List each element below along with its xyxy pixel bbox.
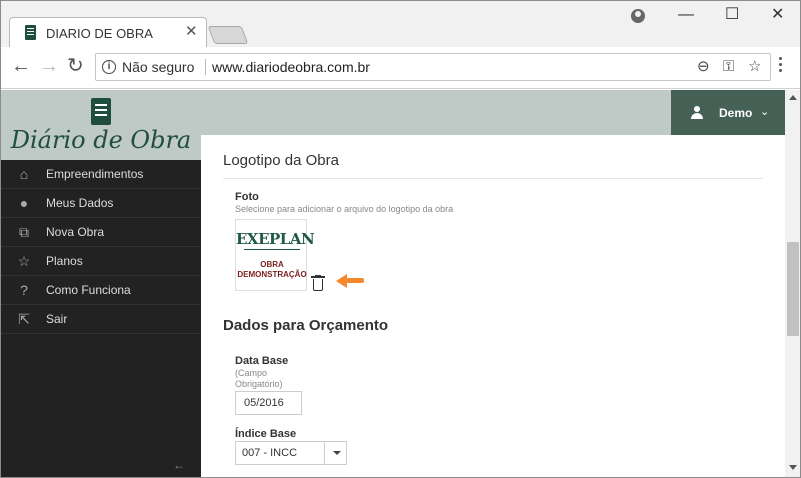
- page-scrollbar[interactable]: [785, 90, 800, 477]
- browser-toolbar: ← → ↻ i Não seguro www.diariodeobra.com.…: [1, 47, 800, 89]
- thumbnail-rule: [244, 249, 300, 250]
- data-base-input[interactable]: 05/2016: [235, 391, 302, 415]
- zoom-icon[interactable]: ⊖: [697, 58, 710, 76]
- logo-text: Diário de Obra: [10, 126, 192, 154]
- notebook-logo-icon: [91, 98, 111, 125]
- sidebar-item-label: Meus Dados: [46, 196, 114, 210]
- user-name: Demo: [719, 106, 753, 120]
- account-icon[interactable]: [631, 9, 645, 23]
- key-icon[interactable]: ⚿: [723, 58, 734, 76]
- maximize-button[interactable]: ☐: [725, 7, 739, 23]
- main-content: Logotipo da Obra Foto Selecione para adi…: [201, 135, 785, 477]
- logo-area[interactable]: Diário de Obra: [1, 90, 201, 160]
- thumbnail-caption-line2: DEMONSTRAÇÃO: [237, 270, 307, 279]
- tab-close-icon[interactable]: ✕: [185, 24, 198, 40]
- user-menu-button[interactable]: Demo ⌄: [671, 90, 785, 135]
- thumbnail-caption-line1: OBRA: [260, 260, 284, 269]
- sidebar-item-label: Sair: [46, 312, 68, 326]
- scroll-up-icon[interactable]: [789, 95, 797, 100]
- pointer-arrow-icon: [336, 274, 366, 288]
- sidebar-item-label: Nova Obra: [46, 225, 105, 239]
- forward-arrow-icon[interactable]: →: [39, 56, 59, 76]
- required-field-help: (Campo Obrigatório): [235, 368, 283, 390]
- section-divider: [223, 178, 763, 179]
- logout-icon: ⇱: [18, 311, 30, 327]
- security-status[interactable]: Não seguro: [122, 59, 194, 75]
- chevron-down-icon: ⌄: [760, 106, 770, 118]
- home-icon: ⌂: [19, 166, 29, 182]
- address-bar[interactable]: i Não seguro www.diariodeobra.com.br ⊖ ⚿…: [95, 53, 771, 81]
- question-icon: ?: [20, 282, 28, 298]
- scroll-down-icon[interactable]: [789, 465, 797, 470]
- info-icon[interactable]: i: [102, 60, 116, 74]
- browser-window: DIARIO DE OBRA ✕ — ☐ ✕ ← → ↻ i Não segur…: [0, 0, 801, 478]
- caret-down-icon: [333, 451, 341, 455]
- reload-icon[interactable]: ↻: [67, 56, 84, 76]
- sidebar-item-empreendimentos[interactable]: ⌂ Empreendimentos: [1, 160, 201, 189]
- indice-base-select[interactable]: 007 - INCC: [235, 441, 347, 465]
- thumbnail-caption: OBRA DEMONSTRAÇÃO: [236, 260, 308, 280]
- back-arrow-icon[interactable]: ←: [11, 56, 31, 76]
- url-text[interactable]: www.diariodeobra.com.br: [212, 59, 370, 75]
- user-icon: ●: [19, 195, 29, 211]
- sidebar-item-label: Planos: [46, 254, 83, 268]
- web-page: Diário de Obra ⌂ Empreendimentos ● Meus …: [1, 90, 785, 477]
- indice-base-label: Índice Base: [235, 428, 297, 440]
- photo-help-text: Selecione para adicionar o arquivo do lo…: [235, 204, 454, 214]
- new-document-icon: ⧉: [19, 224, 29, 240]
- sidebar-item-label: Empreendimentos: [46, 167, 144, 181]
- site-favicon-icon: [25, 25, 36, 40]
- user-avatar-icon: [691, 106, 703, 119]
- indice-base-value: 007 - INCC: [242, 447, 298, 459]
- minimize-button[interactable]: —: [678, 7, 694, 23]
- bookmark-star-icon[interactable]: ☆: [748, 58, 761, 76]
- scrollbar-thumb[interactable]: [787, 242, 799, 336]
- trash-icon[interactable]: [311, 275, 325, 291]
- browser-menu-icon[interactable]: [779, 57, 783, 77]
- address-separator: [205, 59, 206, 75]
- new-tab-button[interactable]: [207, 26, 249, 44]
- data-base-label: Data Base: [235, 355, 289, 367]
- sidebar-item-nova-obra[interactable]: ⧉ Nova Obra: [1, 218, 201, 247]
- sidebar-item-meus-dados[interactable]: ● Meus Dados: [1, 189, 201, 218]
- sidebar-item-sair[interactable]: ⇱ Sair: [1, 305, 201, 334]
- tab-strip: DIARIO DE OBRA ✕ — ☐ ✕: [1, 1, 800, 49]
- sidebar-item-planos[interactable]: ☆ Planos: [1, 247, 201, 276]
- thumbnail-brand-text: EXEPLAN: [236, 230, 315, 248]
- photo-label: Foto: [235, 191, 259, 203]
- star-icon: ☆: [17, 253, 31, 269]
- budget-section-title: Dados para Orçamento: [223, 317, 389, 334]
- tab-title: DIARIO DE OBRA: [46, 26, 153, 41]
- sidebar: Diário de Obra ⌂ Empreendimentos ● Meus …: [1, 90, 201, 477]
- required-help-line2: Obrigatório): [235, 379, 283, 389]
- sidebar-item-label: Como Funciona: [46, 283, 131, 297]
- logo-thumbnail[interactable]: EXEPLAN OBRA DEMONSTRAÇÃO: [235, 219, 315, 291]
- select-divider: [324, 442, 325, 464]
- sidebar-item-como-funciona[interactable]: ? Como Funciona: [1, 276, 201, 305]
- required-help-line1: (Campo: [235, 368, 268, 378]
- logo-section-title: Logotipo da Obra: [223, 152, 339, 169]
- close-window-button[interactable]: ✕: [771, 7, 784, 23]
- collapse-sidebar-icon[interactable]: ←: [173, 458, 185, 472]
